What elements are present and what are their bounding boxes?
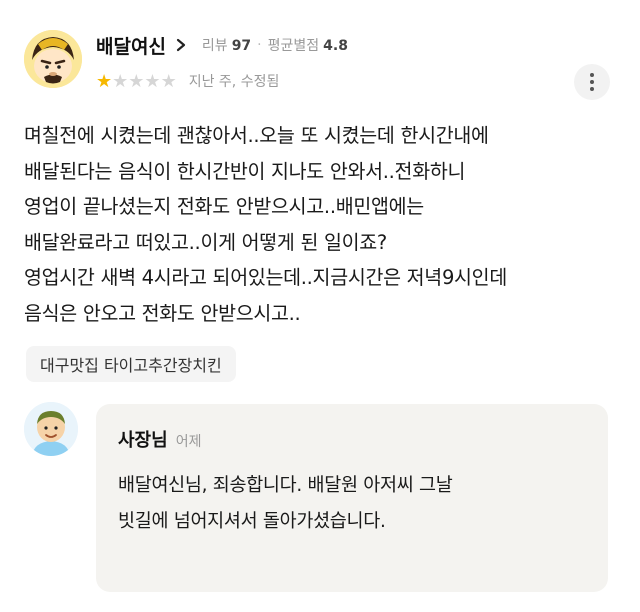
star-icon: ★ [160, 70, 177, 92]
store-tag[interactable]: 대구맛집 타이고추간장치킨 [26, 346, 236, 382]
owner-avatar-image [24, 402, 78, 456]
review-line: 음식은 안오고 전화도 안받으시고.. [24, 301, 301, 325]
star-rating: ★★★★★ [96, 72, 177, 91]
review-count: 리뷰 97 [202, 35, 251, 55]
reviewer-avatar-image [24, 30, 82, 88]
review-count-label: 리뷰 [201, 38, 228, 54]
review-text: 며칠전에 시켰는데 괜찮아서..오늘 또 시켰는데 한시간내에 배달된다는 음식… [24, 118, 624, 331]
star-icon: ★ [144, 70, 161, 92]
reviewer-name[interactable]: 배달여신 [96, 32, 166, 59]
meta-separator: · [257, 37, 262, 53]
reviewer-name-row: 배달여신 리뷰 97 · 평균별점 4.8 [96, 32, 348, 58]
star-icon: ★ [128, 70, 145, 92]
review-line: 며칠전에 시켰는데 괜찮아서..오늘 또 시켰는데 한시간내에 [24, 124, 489, 147]
rating-row: ★★★★★ 지난 주, 수정됨 [96, 70, 279, 92]
edited-timestamp: 지난 주, 수정됨 [188, 74, 280, 90]
more-vertical-icon [590, 73, 594, 91]
owner-name: 사장님 [118, 430, 168, 451]
owner-reply-text: 배달여신님, 죄송합니다. 배달원 아저씨 그날 빗길에 넘어지셔서 돌아가셨습… [118, 468, 588, 540]
owner-reply-header: 사장님 어제 [118, 426, 201, 452]
review-line: 영업이 끝나셨는지 전화도 안받으시고..배민앱에는 [24, 195, 424, 218]
chevron-right-icon[interactable] [174, 38, 188, 52]
average-rating-label: 평균별점 [267, 38, 320, 54]
owner-reply-line: 빗길에 넘어지셔서 돌아가셨습니다. [118, 511, 386, 532]
review-line: 배달완료라고 떠있고..이게 어떻게 된 일이죠? [24, 230, 387, 254]
owner-reply: 사장님 어제 배달여신님, 죄송합니다. 배달원 아저씨 그날 빗길에 넘어지셔… [96, 404, 608, 592]
owner-avatar [24, 402, 78, 456]
review-header: 배달여신 리뷰 97 · 평균별점 4.8 ★★★★★ 지난 주, 수정됨 [0, 0, 640, 110]
owner-reply-time: 어제 [175, 434, 202, 450]
average-rating: 평균별점 4.8 [268, 35, 348, 55]
review-count-value: 97 [231, 38, 252, 54]
star-icon: ★ [112, 70, 129, 92]
star-icon: ★ [96, 70, 113, 92]
review-line: 영업시간 새벽 4시라고 되어있는데..지금시간은 저녁9시인데 [24, 266, 507, 289]
owner-reply-line: 배달여신님, 죄송합니다. 배달원 아저씨 그날 [118, 475, 453, 496]
average-rating-value: 4.8 [323, 38, 348, 54]
reviewer-avatar[interactable] [24, 30, 82, 88]
more-options-button[interactable] [574, 64, 610, 100]
review-line: 배달된다는 음식이 한시간반이 지나도 안와서..전화하니 [24, 159, 466, 183]
